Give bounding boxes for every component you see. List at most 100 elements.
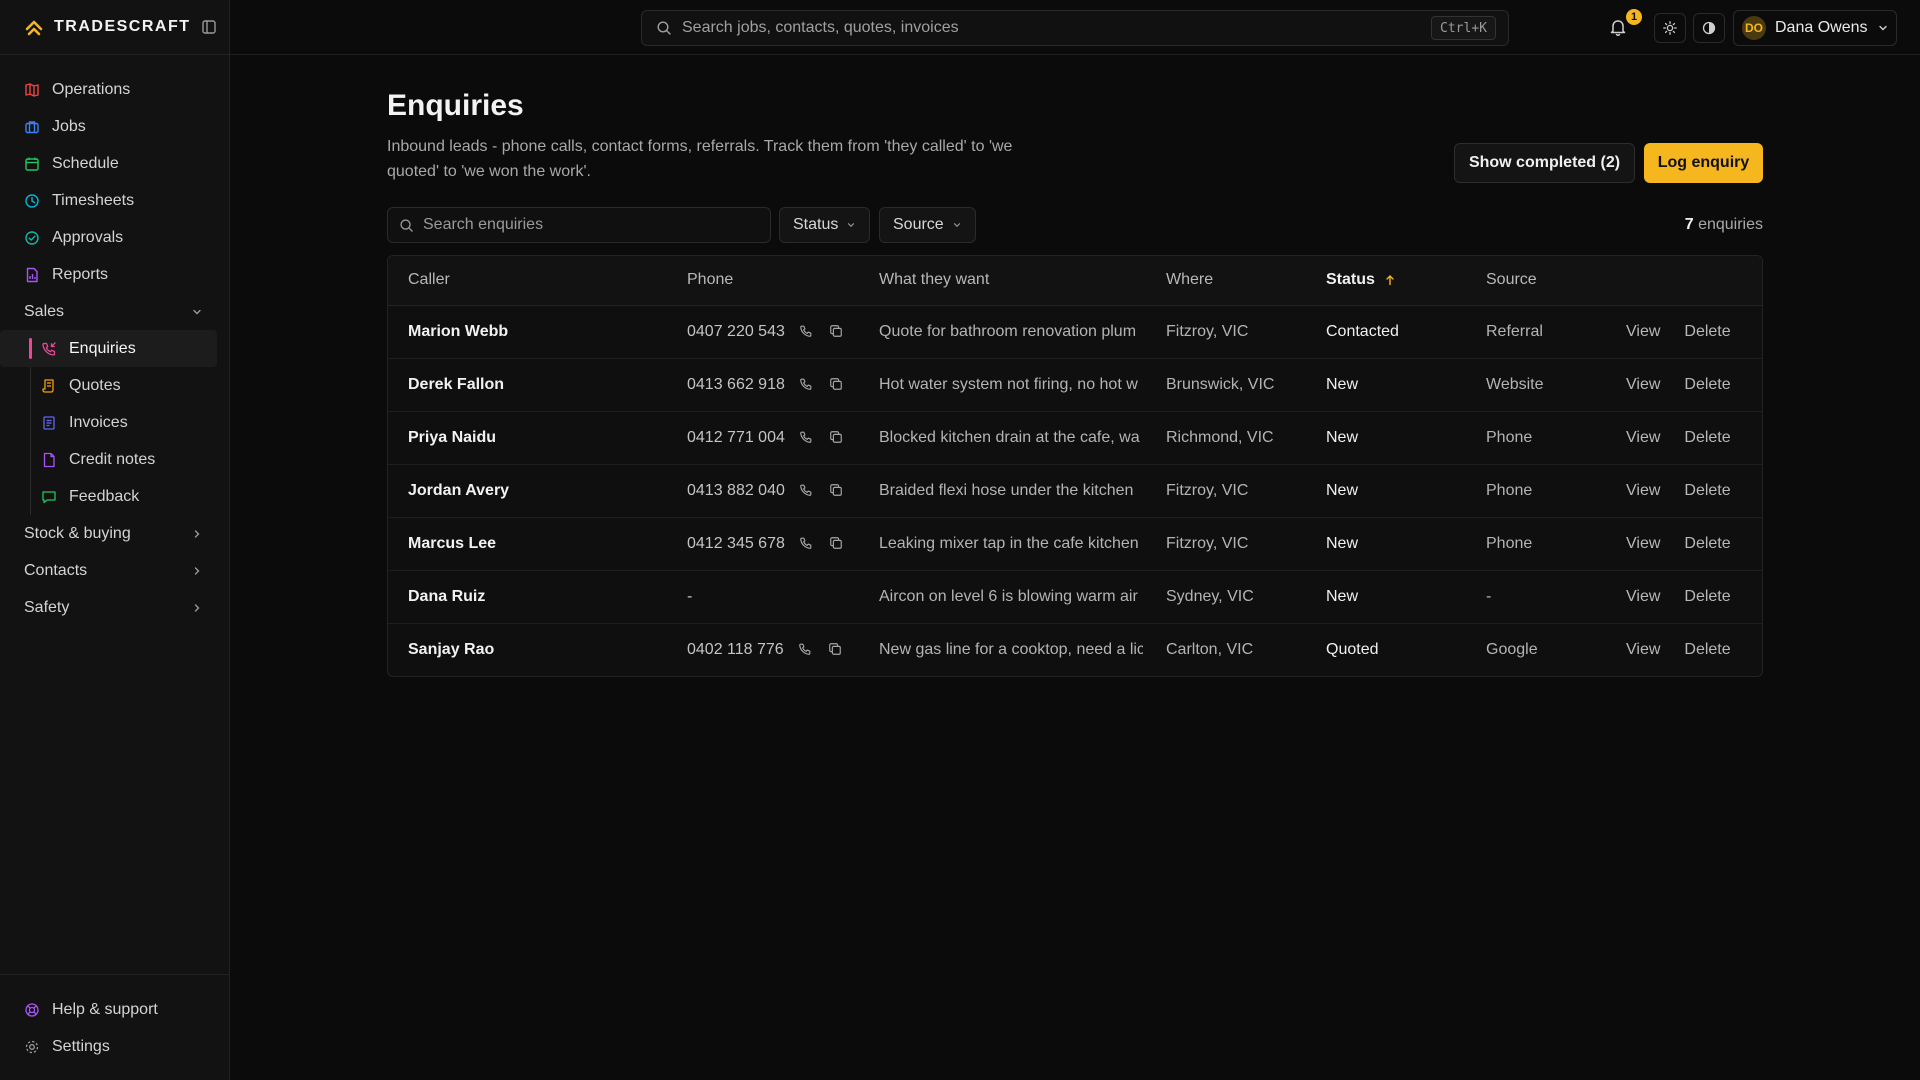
log-enquiry-button[interactable]: Log enquiry (1644, 143, 1763, 183)
source-filter[interactable]: Source (879, 207, 976, 243)
location: Fitzroy, VIC (1146, 305, 1306, 359)
request-cell: Hot water system not firing, no hot w (859, 358, 1146, 412)
gear-icon (24, 1039, 40, 1055)
sidebar-item-enquiries[interactable]: Enquiries (0, 330, 217, 367)
copy-icon[interactable] (829, 483, 845, 499)
copy-icon[interactable] (829, 430, 845, 446)
bell-icon[interactable] (1608, 17, 1628, 37)
lifebuoy-icon (24, 1002, 40, 1018)
column-header-what-they-want[interactable]: What they want (859, 256, 1146, 306)
brand: TRADESCRAFT (0, 0, 229, 55)
phone-icon[interactable] (798, 642, 814, 658)
sidebar-item-feedback[interactable]: Feedback (0, 478, 217, 515)
table-row[interactable]: Marion Webb 0407 220 543 Quote for bathr… (388, 305, 1762, 359)
delete-link[interactable]: Delete (1684, 588, 1730, 606)
sidebar-item-help-support[interactable]: Help & support (0, 991, 229, 1028)
view-link[interactable]: View (1626, 641, 1660, 659)
search-icon (656, 20, 672, 36)
sidebar-section-label: Contacts (24, 561, 88, 579)
sidebar-section-sales[interactable]: Sales (0, 293, 229, 330)
sidebar-item-schedule[interactable]: Schedule (0, 145, 229, 182)
phone-cell: 0412 771 004 (667, 411, 859, 465)
view-link[interactable]: View (1626, 535, 1660, 553)
sidebar-item-credit-notes[interactable]: Credit notes (0, 441, 217, 478)
sidebar-section-contacts[interactable]: Contacts (0, 552, 229, 589)
sidebar-item-invoices[interactable]: Invoices (0, 404, 217, 441)
sidebar-item-label: Feedback (69, 487, 140, 505)
table-row[interactable]: Priya Naidu 0412 771 004 Blocked kitchen… (388, 411, 1762, 465)
sidebar-section-safety[interactable]: Safety (0, 589, 229, 626)
enquiries-search-input[interactable]: Search enquiries (387, 207, 771, 243)
view-link[interactable]: View (1626, 429, 1660, 447)
show-completed-button[interactable]: Show completed (2) (1454, 143, 1635, 183)
caller-name: Marion Webb (388, 305, 667, 359)
clock-icon (24, 193, 40, 209)
phone-icon[interactable] (799, 483, 815, 499)
location: Carlton, VIC (1166, 640, 1254, 658)
enquiries-table: Caller Phone What they want Where Status… (387, 255, 1763, 677)
request-summary: Aircon on level 6 is blowing warm air (879, 587, 1138, 605)
request-summary: Leaking mixer tap in the cafe kitchen (879, 534, 1139, 552)
actions-cell: View Delete (1606, 517, 1762, 571)
sidebar-item-reports[interactable]: Reports (0, 256, 229, 293)
delete-link[interactable]: Delete (1684, 482, 1730, 500)
request-cell: Leaking mixer tap in the cafe kitchen (859, 517, 1146, 571)
source-value: Phone (1466, 464, 1606, 518)
column-header-where[interactable]: Where (1146, 256, 1306, 306)
table-row[interactable]: Sanjay Rao 0402 118 776 New gas line for… (388, 623, 1762, 676)
column-header-phone[interactable]: Phone (667, 256, 859, 306)
phone-icon[interactable] (799, 377, 815, 393)
sun-icon (1663, 21, 1677, 35)
source-value: Phone (1466, 517, 1606, 571)
sidebar-section-stock-buying[interactable]: Stock & buying (0, 515, 229, 552)
actions-cell: View Delete (1606, 358, 1762, 412)
copy-icon[interactable] (829, 377, 845, 393)
sidebar-section-label: Stock & buying (24, 524, 131, 542)
sales-subnav: Enquiries Quotes Invoices Credit notes F… (0, 330, 229, 515)
phone-number: 0413 882 040 (687, 481, 785, 499)
delete-link[interactable]: Delete (1684, 376, 1730, 394)
phone-icon[interactable] (799, 536, 815, 552)
status-value: New (1306, 517, 1466, 571)
sidebar-item-jobs[interactable]: Jobs (0, 108, 229, 145)
status-value: Quoted (1326, 640, 1379, 658)
phone-icon[interactable] (799, 430, 815, 446)
sidebar-item-label: Invoices (69, 413, 128, 431)
view-link[interactable]: View (1626, 376, 1660, 394)
column-header-caller[interactable]: Caller (388, 256, 667, 306)
copy-icon[interactable] (829, 536, 845, 552)
table-row[interactable]: Marcus Lee 0412 345 678 Leaking mixer ta… (388, 517, 1762, 571)
user-menu-button[interactable]: DO Dana Owens (1733, 10, 1897, 46)
column-header-status[interactable]: Status (1306, 256, 1466, 306)
status-filter[interactable]: Status (779, 207, 871, 243)
source-value: Phone (1466, 411, 1606, 465)
contrast-toggle-button[interactable] (1693, 13, 1725, 43)
status-value: New (1306, 464, 1466, 518)
table-row[interactable]: Dana Ruiz - Aircon on level 6 is blowing… (388, 570, 1762, 624)
theme-toggle-button[interactable] (1654, 13, 1686, 43)
phone-icon[interactable] (799, 324, 815, 340)
table-row[interactable]: Jordan Avery 0413 882 040 Braided flexi … (388, 464, 1762, 518)
phone-number: 0412 345 678 (687, 534, 785, 552)
table-row[interactable]: Derek Fallon 0413 662 918 Hot water syst… (388, 358, 1762, 412)
sidebar-item-label: Operations (52, 80, 131, 98)
sidebar-item-approvals[interactable]: Approvals (0, 219, 229, 256)
sidebar-item-settings[interactable]: Settings (0, 1028, 229, 1065)
sidebar-item-quotes[interactable]: Quotes (0, 367, 217, 404)
delete-link[interactable]: Delete (1684, 323, 1730, 341)
copy-icon[interactable] (829, 324, 845, 340)
view-link[interactable]: View (1626, 482, 1660, 500)
phone-number: 0413 662 918 (687, 375, 785, 393)
delete-link[interactable]: Delete (1684, 429, 1730, 447)
view-link[interactable]: View (1626, 323, 1660, 341)
collapse-sidebar-icon[interactable] (201, 19, 217, 35)
sidebar-item-operations[interactable]: Operations (0, 71, 229, 108)
caller-name: Dana Ruiz (388, 570, 667, 624)
delete-link[interactable]: Delete (1684, 641, 1730, 659)
view-link[interactable]: View (1626, 588, 1660, 606)
sidebar-item-timesheets[interactable]: Timesheets (0, 182, 229, 219)
copy-icon[interactable] (828, 642, 844, 658)
column-header-source[interactable]: Source (1466, 256, 1606, 306)
delete-link[interactable]: Delete (1684, 535, 1730, 553)
global-search-input[interactable]: Search jobs, contacts, quotes, invoices … (641, 10, 1509, 46)
